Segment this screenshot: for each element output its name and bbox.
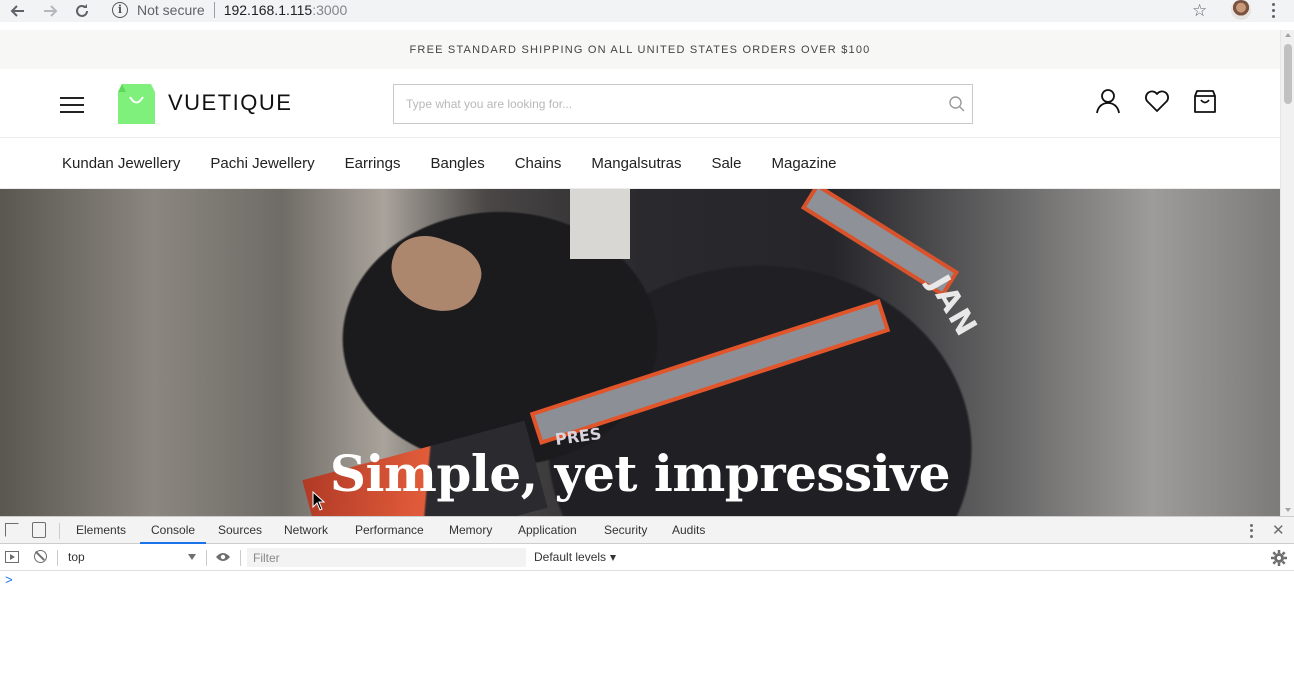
arrow-right-icon (44, 5, 58, 17)
divider (240, 550, 241, 566)
page-viewport: FREE STANDARD SHIPPING ON ALL UNITED STA… (0, 30, 1280, 516)
nav-pachi-jewellery[interactable]: Pachi Jewellery (210, 155, 314, 172)
nav-earrings[interactable]: Earrings (345, 155, 401, 172)
console-sidebar-icon[interactable] (5, 551, 19, 563)
nav-mangalsutras[interactable]: Mangalsutras (591, 155, 681, 172)
inspect-element-icon[interactable] (5, 523, 19, 537)
divider (206, 550, 207, 566)
hero-photo-detail (806, 189, 954, 292)
hero-photo-detail (570, 189, 630, 259)
info-icon[interactable]: i (112, 2, 128, 18)
browser-toolbar: i Not secure 192.168.1.115 :3000 ☆ (0, 0, 1294, 22)
url-host: 192.168.1.115 (223, 2, 313, 18)
url-port: :3000 (312, 2, 348, 18)
tab-console[interactable]: Console (140, 517, 207, 544)
reload-icon (76, 4, 88, 17)
tab-elements[interactable]: Elements (76, 517, 126, 544)
hero-photo-detail (534, 304, 886, 440)
log-levels-label: Default levels (534, 550, 607, 564)
page-scrollbar[interactable] (1280, 30, 1294, 516)
search-input[interactable] (394, 85, 914, 123)
profile-avatar[interactable] (1231, 0, 1251, 20)
promo-banner: FREE STANDARD SHIPPING ON ALL UNITED STA… (0, 30, 1280, 69)
security-label: Not secure (137, 2, 205, 18)
gear-icon[interactable] (1271, 550, 1287, 566)
nav-kundan-jewellery[interactable]: Kundan Jewellery (62, 155, 180, 172)
devtools-tabbar: Elements Console Sources Network Perform… (0, 517, 1294, 544)
heart-icon[interactable] (1144, 88, 1170, 114)
eye-icon[interactable] (215, 551, 231, 563)
address-bar[interactable]: i Not secure 192.168.1.115 :3000 (112, 0, 347, 20)
clear-console-icon[interactable] (34, 550, 47, 563)
brand-logo-text[interactable]: VUETIQUE (168, 90, 292, 116)
nav-magazine[interactable]: Magazine (771, 155, 836, 172)
search-icon[interactable] (948, 95, 966, 113)
divider (57, 550, 58, 566)
nav-chains[interactable]: Chains (515, 155, 562, 172)
hero-photo-text: JAN (921, 269, 985, 344)
tab-application[interactable]: Application (518, 517, 577, 544)
console-toolbar: top Default levels (0, 544, 1294, 571)
devtools-more-icon[interactable] (1248, 523, 1254, 539)
nav-sale[interactable]: Sale (711, 155, 741, 172)
device-toolbar-icon[interactable] (32, 522, 46, 538)
arrow-left-icon (10, 5, 24, 17)
context-select[interactable]: top (62, 544, 202, 570)
console-prompt[interactable]: > (5, 573, 13, 588)
search-box (393, 84, 973, 124)
category-nav: Kundan Jewellery Pachi Jewellery Earring… (0, 138, 1280, 189)
hero-photo-detail (380, 225, 490, 323)
bookmark-star-icon[interactable]: ☆ (1192, 1, 1207, 21)
close-icon[interactable]: ✕ (1272, 521, 1285, 539)
chevron-down-icon (188, 554, 196, 560)
omnibox-divider (213, 2, 215, 18)
hero-banner[interactable]: JAN PRES Simple, yet impressive (0, 189, 1280, 516)
tab-audits[interactable]: Audits (672, 517, 705, 544)
console-filter-input[interactable] (247, 548, 526, 567)
hamburger-menu-icon[interactable] (60, 97, 84, 113)
console-output[interactable]: > (0, 571, 1294, 691)
reload-button[interactable] (71, 0, 93, 22)
tab-memory[interactable]: Memory (449, 517, 492, 544)
account-icon[interactable] (1095, 88, 1121, 114)
tab-performance[interactable]: Performance (355, 517, 424, 544)
tab-security[interactable]: Security (604, 517, 647, 544)
nav-bangles[interactable]: Bangles (430, 155, 484, 172)
log-levels-dropdown[interactable]: Default levels (534, 544, 617, 570)
context-value: top (68, 550, 85, 564)
caret-down-icon (610, 554, 617, 561)
back-button[interactable] (7, 0, 29, 22)
cart-bag-icon[interactable] (1192, 88, 1218, 114)
mouse-cursor-icon (312, 491, 326, 511)
shopping-bag-logo-icon[interactable] (116, 84, 157, 124)
kebab-menu-icon[interactable] (1266, 1, 1280, 19)
site-header: VUETIQUE (0, 69, 1280, 138)
scroll-down-arrow-icon[interactable] (1285, 508, 1291, 512)
scrollbar-thumb[interactable] (1284, 44, 1292, 104)
hero-headline: Simple, yet impressive (329, 444, 951, 503)
forward-button[interactable] (39, 0, 61, 22)
devtools-panel: Elements Console Sources Network Perform… (0, 516, 1294, 691)
scroll-up-arrow-icon[interactable] (1285, 33, 1291, 37)
tab-network[interactable]: Network (284, 517, 328, 544)
divider (59, 523, 60, 539)
tab-sources[interactable]: Sources (218, 517, 262, 544)
